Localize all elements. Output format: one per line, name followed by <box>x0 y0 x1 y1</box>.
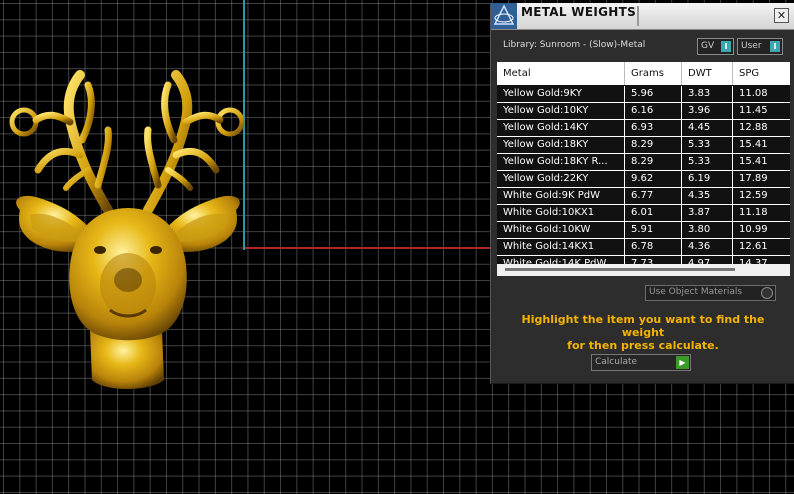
metal-weights-panel: METAL WEIGHTS ✕ Library: Sunroom - (Slow… <box>490 3 794 384</box>
cell-grams: 6.01 <box>625 205 682 221</box>
cell-dwt: 3.80 <box>682 222 733 238</box>
deer-head-model[interactable] <box>0 60 250 400</box>
titlebar-divider <box>637 6 639 26</box>
table-row[interactable]: White Gold:14KX1 6.78 4.36 12.61 <box>497 239 790 256</box>
cell-grams: 5.91 <box>625 222 682 238</box>
table-header: Metal Grams DWT SPG <box>497 62 790 85</box>
table-row[interactable]: White Gold:9K PdW 6.77 4.35 12.59 <box>497 188 790 205</box>
use-object-materials-radio[interactable] <box>761 287 773 299</box>
cell-metal: White Gold:10KW <box>497 222 625 238</box>
cell-spg: 15.41 <box>739 139 768 150</box>
cell-dwt: 6.19 <box>682 171 733 187</box>
cell-grams: 5.96 <box>625 86 682 102</box>
horizontal-scrollbar[interactable] <box>497 264 790 276</box>
cell-grams: 8.29 <box>625 137 682 153</box>
table-row[interactable]: Yellow Gold:18KY R... 8.29 5.33 15.41 <box>497 154 790 171</box>
gv-toggle-button[interactable]: I <box>721 41 731 52</box>
table-row[interactable]: Yellow Gold:22KY 9.62 6.19 17.89 <box>497 171 790 188</box>
table-row[interactable]: White Gold:10KW 5.91 3.80 10.99 <box>497 222 790 239</box>
library-label: Library: Sunroom - (Slow)-Metal <box>503 40 646 50</box>
scrollbar-thumb[interactable] <box>505 268 735 271</box>
cell-dwt: 3.96 <box>682 103 733 119</box>
cell-dwt: 4.36 <box>682 239 733 255</box>
cell-spg: 11.45 <box>739 105 768 116</box>
cell-spg: 17.89 <box>739 173 768 184</box>
cell-grams: 8.29 <box>625 154 682 170</box>
calculate-arrow-icon[interactable]: ▶ <box>676 356 689 369</box>
table-body: Yellow Gold:9KY 5.96 3.83 11.08 Yellow Gold… <box>497 86 790 273</box>
cell-spg: 12.61 <box>739 241 768 252</box>
user-toggle-button[interactable]: I <box>770 41 780 52</box>
app-logo-icon <box>491 3 517 29</box>
cell-metal: White Gold:14KX1 <box>497 239 625 255</box>
cell-metal: Yellow Gold:10KY <box>497 103 625 119</box>
table-row[interactable]: Yellow Gold:14KY 6.93 4.45 12.88 <box>497 120 790 137</box>
cell-metal: Yellow Gold:22KY <box>497 171 625 187</box>
metal-table: Metal Grams DWT SPG Yellow Gold:9KY 5.96 3… <box>497 62 790 276</box>
close-icon[interactable]: ✕ <box>774 8 789 23</box>
cell-spg: 12.59 <box>739 190 768 201</box>
panel-titlebar[interactable]: METAL WEIGHTS ✕ <box>491 3 794 30</box>
cell-dwt: 5.33 <box>682 154 733 170</box>
use-object-materials-option[interactable]: Use Object Materials <box>645 285 776 301</box>
cell-metal: White Gold:10KX1 <box>497 205 625 221</box>
cell-dwt: 4.45 <box>682 120 733 136</box>
column-header-spg[interactable]: SPG <box>733 62 790 85</box>
cell-spg: 12.88 <box>739 122 768 133</box>
gv-toggle-label: GV <box>701 41 715 51</box>
column-header-metal[interactable]: Metal <box>497 62 625 85</box>
table-row[interactable]: White Gold:10KX1 6.01 3.87 11.18 <box>497 205 790 222</box>
table-row[interactable]: Yellow Gold:9KY 5.96 3.83 11.08 <box>497 86 790 103</box>
cell-metal: White Gold:9K PdW <box>497 188 625 204</box>
user-toggle[interactable]: User I <box>737 38 783 55</box>
column-header-grams[interactable]: Grams <box>625 62 682 85</box>
cell-grams: 6.78 <box>625 239 682 255</box>
cell-dwt: 3.83 <box>682 86 733 102</box>
calculate-label: Calculate <box>595 357 638 367</box>
cell-spg: 15.41 <box>739 156 768 167</box>
cell-spg: 11.08 <box>739 88 768 99</box>
cell-spg: 10.99 <box>739 224 768 235</box>
cell-grams: 9.62 <box>625 171 682 187</box>
table-row[interactable]: Yellow Gold:18KY 8.29 5.33 15.41 <box>497 137 790 154</box>
instructions-text: Highlight the item you want to find the … <box>501 313 785 352</box>
table-row[interactable]: Yellow Gold:10KY 6.16 3.96 11.45 <box>497 103 790 120</box>
panel-title: METAL WEIGHTS <box>521 5 637 19</box>
user-toggle-label: User <box>741 41 762 51</box>
instructions-line-2: for then press calculate. <box>567 339 719 352</box>
column-header-dwt[interactable]: DWT <box>682 62 733 85</box>
use-object-materials-label: Use Object Materials <box>649 287 743 297</box>
cell-grams: 6.93 <box>625 120 682 136</box>
cell-dwt: 4.35 <box>682 188 733 204</box>
cell-dwt: 3.87 <box>682 205 733 221</box>
cell-spg: 11.18 <box>739 207 768 218</box>
calculate-button[interactable]: Calculate ▶ <box>591 354 691 371</box>
cell-dwt: 5.33 <box>682 137 733 153</box>
cell-metal: Yellow Gold:18KY <box>497 137 625 153</box>
gv-toggle[interactable]: GV I <box>697 38 734 55</box>
cell-grams: 6.77 <box>625 188 682 204</box>
cell-grams: 6.16 <box>625 103 682 119</box>
cell-metal: Yellow Gold:14KY <box>497 120 625 136</box>
instructions-line-1: Highlight the item you want to find the … <box>521 313 765 339</box>
cell-metal: Yellow Gold:18KY R... <box>497 154 625 170</box>
cell-metal: Yellow Gold:9KY <box>497 86 625 102</box>
